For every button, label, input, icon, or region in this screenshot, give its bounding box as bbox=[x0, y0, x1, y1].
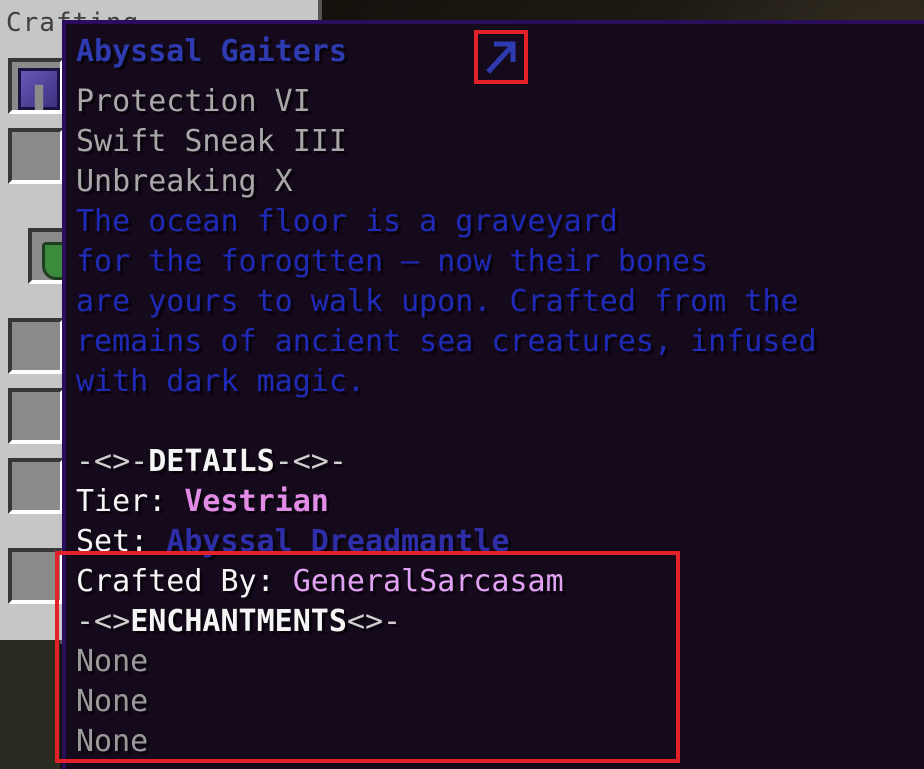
inventory-slot[interactable] bbox=[8, 388, 64, 444]
arrow-up-right-icon[interactable] bbox=[484, 38, 518, 78]
arrow-highlight-box bbox=[474, 30, 528, 84]
details-right-ornament: -<>- bbox=[274, 444, 347, 479]
lore-line: remains of ancient sea creatures, infuse… bbox=[76, 324, 817, 359]
enchant-slot: None bbox=[76, 684, 149, 719]
enchantment-line: Swift Sneak III bbox=[76, 124, 347, 159]
enchant-slot: None bbox=[76, 724, 149, 759]
item-tooltip: Abyssal Gaiters Protection VI Swift Snea… bbox=[62, 20, 924, 769]
lore-line: are yours to walk upon. Crafted from the bbox=[76, 284, 799, 319]
crafted-by-label: Crafted By: bbox=[76, 564, 293, 599]
tier-value: Vestrian bbox=[184, 484, 329, 519]
hotbar-slot[interactable] bbox=[8, 548, 64, 604]
game-scene: Crafting Abyssal Gaiters Protection VI S… bbox=[0, 0, 924, 769]
crafted-by-value: GeneralSarcasam bbox=[292, 564, 564, 599]
enchantment-line: Protection VI bbox=[76, 84, 311, 119]
inventory-slot[interactable] bbox=[8, 318, 64, 374]
lore-line: The ocean floor is a graveyard bbox=[76, 204, 618, 239]
details-left-ornament: -<>- bbox=[76, 444, 149, 479]
leggings-icon bbox=[18, 68, 60, 110]
tier-row: Tier: Vestrian bbox=[76, 482, 329, 522]
details-title: DETAILS bbox=[148, 444, 275, 479]
set-value: Abyssal Dreadmantle bbox=[166, 524, 510, 559]
enchantments-header: -<>ENCHANTMENTS<>- bbox=[76, 602, 401, 642]
enchantment-line: Unbreaking X bbox=[76, 164, 293, 199]
enchant-left-ornament: -<> bbox=[76, 604, 131, 639]
tier-label: Tier: bbox=[76, 484, 185, 519]
world-ground bbox=[0, 640, 60, 769]
set-label: Set: bbox=[76, 524, 167, 559]
inventory-slot[interactable] bbox=[8, 458, 64, 514]
enchantments-title: ENCHANTMENTS bbox=[130, 604, 347, 639]
set-row: Set: Abyssal Dreadmantle bbox=[76, 522, 509, 562]
enchant-right-ornament: <>- bbox=[346, 604, 402, 639]
details-header: -<>-DETAILS-<>- bbox=[76, 442, 347, 482]
lore-line: with dark magic. bbox=[76, 364, 365, 399]
armor-slot-leggings[interactable] bbox=[8, 58, 64, 114]
item-name: Abyssal Gaiters bbox=[76, 34, 347, 69]
lore-line: for the forogtten — now their bones bbox=[76, 244, 709, 279]
enchant-slot: None bbox=[76, 644, 149, 679]
armor-slot-boots[interactable] bbox=[8, 128, 64, 184]
crafted-by-row: Crafted By: GeneralSarcasam bbox=[76, 562, 564, 602]
